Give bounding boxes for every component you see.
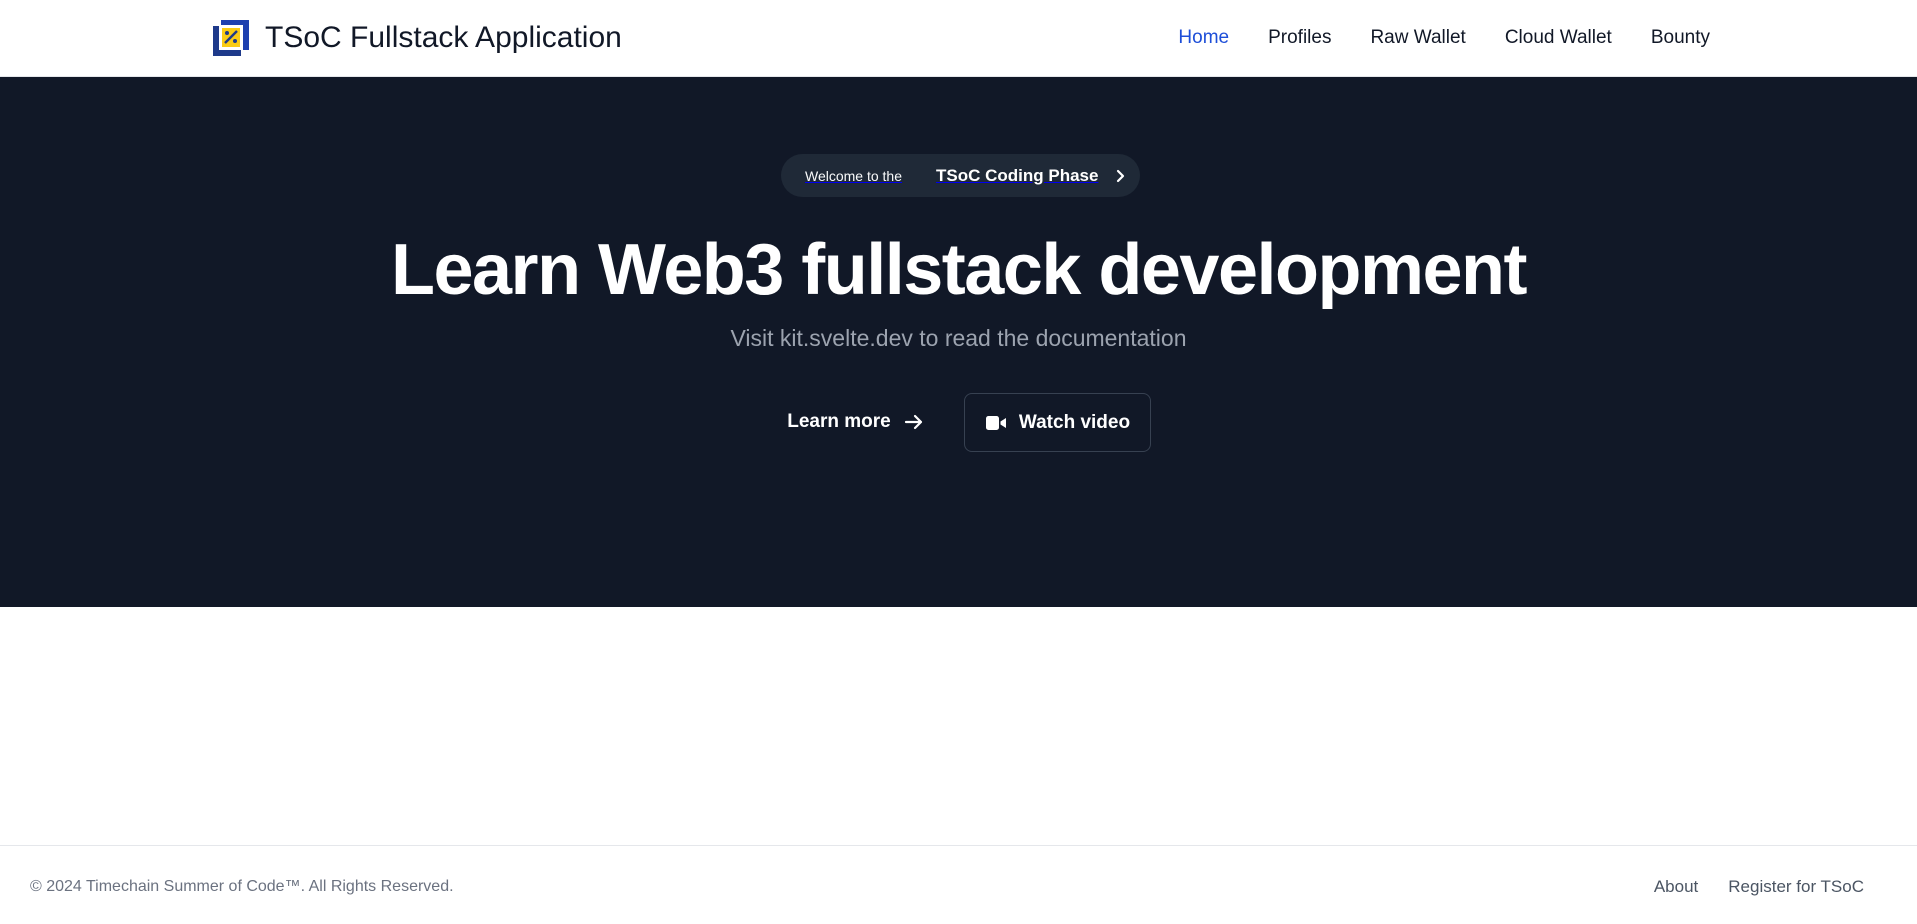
watch-video-label: Watch video [1018, 411, 1131, 433]
hero-subtitle: Visit kit.svelte.dev to read the documen… [730, 325, 1187, 351]
footer-links: About Register for TSoC [1654, 877, 1864, 897]
hero-section: Welcome to the TSoC Coding Phase Learn W… [0, 77, 1917, 607]
footer: © 2024 Timechain Summer of Code™. All Ri… [0, 845, 1917, 924]
nav-item-profiles: Profiles [1268, 27, 1331, 49]
brand-title: TSoC Fullstack Application [265, 21, 622, 54]
footer-link-register[interactable]: Register for TSoC [1728, 877, 1864, 896]
learn-more-label: Learn more [787, 411, 891, 432]
nav-link-cloud-wallet[interactable]: Cloud Wallet [1505, 27, 1612, 48]
pill-prefix-text: Welcome to the [805, 167, 903, 184]
footer-item-register: Register for TSoC [1728, 877, 1864, 897]
nav-link-raw-wallet[interactable]: Raw Wallet [1370, 27, 1465, 48]
nav-link-home[interactable]: Home [1178, 27, 1229, 48]
nav-menu: Home Profiles Raw Wallet Cloud Wallet Bo… [1178, 27, 1710, 49]
video-camera-icon [985, 415, 1006, 430]
hero-title: Learn Web3 fullstack development [390, 230, 1528, 310]
announcement-pill[interactable]: Welcome to the TSoC Coding Phase [781, 154, 1140, 197]
learn-more-button[interactable]: Learn more [778, 393, 934, 451]
footer-link-about[interactable]: About [1654, 877, 1698, 896]
navbar: TSoC Fullstack Application Home Profiles… [0, 0, 1917, 77]
copyright-text: © 2024 Timechain Summer of Code™. All Ri… [30, 878, 454, 895]
arrow-right-icon [904, 414, 922, 430]
nav-link-bounty[interactable]: Bounty [1651, 27, 1710, 48]
chevron-right-icon [1117, 169, 1125, 182]
nav-item-home: Home [1178, 27, 1229, 49]
nav-item-raw-wallet: Raw Wallet [1370, 27, 1465, 49]
watch-video-button[interactable]: Watch video [964, 393, 1151, 452]
footer-item-about: About [1654, 877, 1698, 897]
nav-item-bounty: Bounty [1651, 27, 1710, 49]
tsoc-logo-icon [213, 20, 249, 56]
pill-highlight-text: TSoC Coding Phase [936, 165, 1099, 185]
nav-link-profiles[interactable]: Profiles [1268, 27, 1331, 48]
nav-item-cloud-wallet: Cloud Wallet [1505, 27, 1612, 49]
brand-link[interactable]: TSoC Fullstack Application [211, 18, 622, 58]
